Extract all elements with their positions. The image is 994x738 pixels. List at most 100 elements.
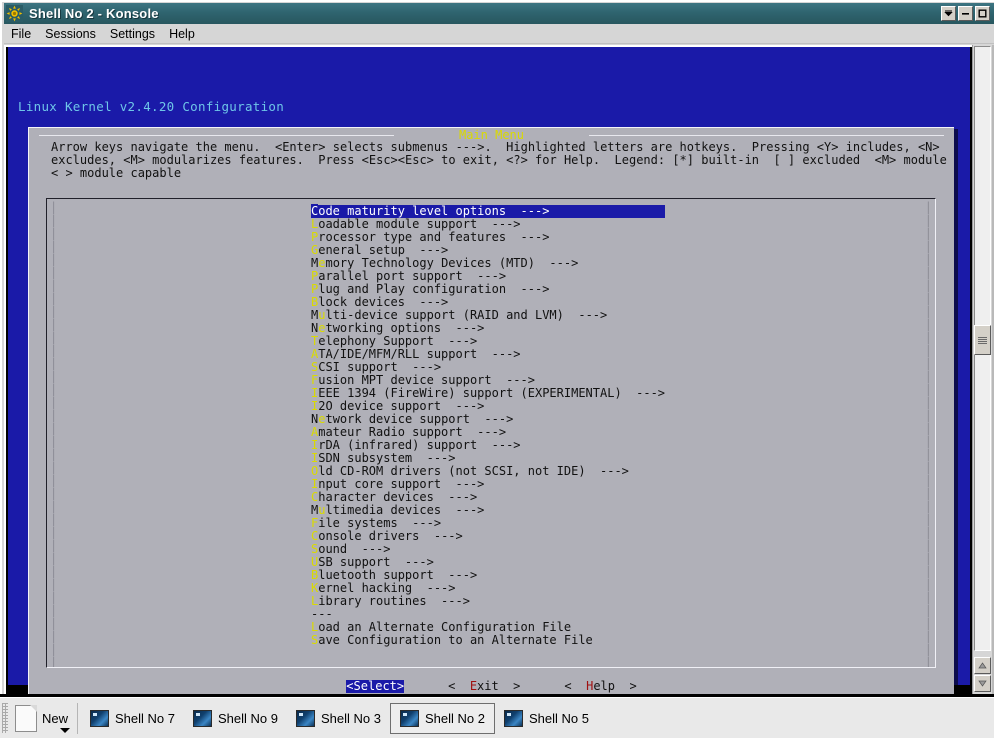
taskbar-task-label: Shell No 2 xyxy=(424,710,485,726)
menu-item-label: ound xyxy=(318,542,348,556)
help-line-2: excludes, <M> modularizes features. Pres… xyxy=(51,153,947,167)
taskbar-task-label: Shell No 7 xyxy=(115,710,175,726)
scrollbar-thumb[interactable] xyxy=(974,325,991,355)
submenu-arrow-icon: ---> xyxy=(506,230,550,244)
button-bracket-left: < xyxy=(346,679,354,693)
taskbar-task[interactable]: Shell No 2 xyxy=(389,702,495,734)
submenu-arrow-icon: ---> xyxy=(585,464,629,478)
button-label: elp > xyxy=(593,679,637,693)
chevron-down-icon[interactable] xyxy=(60,727,71,733)
menu-item-label: haracter devices xyxy=(318,490,434,504)
taskbar-task-label: Shell No 3 xyxy=(320,710,381,726)
menu-item-label: 2O device support xyxy=(318,399,442,413)
menu-item-label: ode maturity level options xyxy=(318,204,507,218)
submenu-arrow-icon: ---> xyxy=(477,217,521,231)
main-menu-dialog: Main Menu Arrow keys navigate the menu. … xyxy=(28,127,954,694)
taskbar-task-label: Shell No 5 xyxy=(528,710,589,726)
new-session-button[interactable]: New xyxy=(11,702,74,735)
menu-item[interactable]: Library routines ---> xyxy=(311,595,665,608)
konsole-sun-icon xyxy=(6,5,23,22)
window-title: Shell No 2 - Konsole xyxy=(29,6,159,21)
submenu-arrow-icon: ---> xyxy=(441,399,485,413)
taskbar-separator xyxy=(77,702,79,734)
submenu-arrow-icon: ---> xyxy=(506,204,550,218)
window-titlebar[interactable]: Shell No 2 - Konsole xyxy=(4,3,994,24)
submenu-arrow-icon: ---> xyxy=(433,568,478,582)
submenu-arrow-icon: ---> xyxy=(621,386,666,400)
menu-item-label: luetooth support xyxy=(318,568,434,582)
menu-item-label: twork device support xyxy=(325,412,470,426)
submenu-arrow-icon: ---> xyxy=(477,438,521,452)
help-button[interactable]: < Help > xyxy=(564,680,636,693)
menu-item-label: ave Configuration to an Alternate File xyxy=(318,633,593,647)
terminal-area: Linux Kernel v2.4.20 Configuration Main … xyxy=(4,45,994,694)
taskbar-task[interactable]: Shell No 5 xyxy=(495,703,598,734)
menu-settings[interactable]: Settings xyxy=(103,25,162,43)
terminal-screen[interactable]: Linux Kernel v2.4.20 Configuration Main … xyxy=(4,45,972,694)
menu-item-label: TA/IDE/MFM/RLL support xyxy=(318,347,478,361)
menu-item[interactable]: Save Configuration to an Alternate File xyxy=(311,634,665,647)
konsole-task-icon xyxy=(503,709,523,727)
submenu-arrow-icon: ---> xyxy=(563,308,608,322)
konsole-window: Shell No 2 - Konsole File Sessions Setti… xyxy=(0,0,994,694)
button-hotkey: E xyxy=(469,679,478,693)
submenu-arrow-icon: ---> xyxy=(462,425,507,439)
menu-item-label: elephony Support xyxy=(318,334,434,348)
help-text-block: Arrow keys navigate the menu. <Enter> se… xyxy=(51,141,947,180)
listbox-left-rail: | | | | | | | | | | | | | | | | | | | | … xyxy=(50,200,58,668)
menu-item-label: EEE 1394 (FireWire) support (EXPERIMENTA… xyxy=(318,386,622,400)
menu-item-label: usion MPT device support xyxy=(318,373,492,387)
button-hotkey: S xyxy=(353,679,361,693)
menu-item-label: onsole drivers xyxy=(318,529,420,543)
menu-item-label: arallel port support xyxy=(318,269,463,283)
kernel-config-title: Linux Kernel v2.4.20 Configuration xyxy=(18,99,285,114)
maximize-button[interactable] xyxy=(975,6,990,21)
menu-item-label: --- xyxy=(311,607,333,621)
menu-item-label: rDA (infrared) support xyxy=(318,438,478,452)
menu-listbox[interactable]: | | | | | | | | | | | | | | | | | | | | … xyxy=(46,198,936,668)
menu-item-label: mateur Radio support xyxy=(318,425,463,439)
minimize-button[interactable] xyxy=(958,6,973,21)
submenu-arrow-icon: ---> xyxy=(390,555,434,569)
select-button[interactable]: <Select> xyxy=(346,679,405,693)
konsole-task-icon xyxy=(295,709,315,727)
konsole-task-icon xyxy=(90,709,110,727)
menu-item-label: ltimedia devices xyxy=(325,503,442,517)
taskbar-drag-handle[interactable] xyxy=(2,703,8,733)
submenu-arrow-icon: ---> xyxy=(397,360,442,374)
taskbar-task[interactable]: Shell No 3 xyxy=(287,703,390,734)
menu-sessions[interactable]: Sessions xyxy=(38,25,103,43)
submenu-arrow-icon: ---> xyxy=(397,516,442,530)
exit-button[interactable]: < Exit > xyxy=(448,680,520,693)
menu-item-label: nput core support xyxy=(318,477,442,491)
desktop: Shell No 2 - Konsole File Sessions Setti… xyxy=(0,0,994,738)
submenu-arrow-icon: ---> xyxy=(441,503,485,517)
menu-item-label: mory Technology Devices (MTD) xyxy=(325,256,535,270)
new-document-icon xyxy=(15,704,37,732)
konsole-task-icon xyxy=(399,709,419,727)
task-list: Shell No 7 Shell No 9 Shell No 3 Shell No 2… xyxy=(81,702,598,734)
menu-item-label: ld CD-ROM drivers (not SCSI, not IDE) xyxy=(318,464,586,478)
menu-item-label: oad an Alternate Configuration File xyxy=(318,620,572,634)
submenu-arrow-icon: ---> xyxy=(404,295,449,309)
menu-item-label: tworking options xyxy=(325,321,442,335)
help-line-1: Arrow keys navigate the menu. <Enter> se… xyxy=(51,140,940,154)
shade-button[interactable] xyxy=(941,6,956,21)
terminal-scrollbar[interactable] xyxy=(972,45,992,694)
menu-item-label: eneral setup xyxy=(318,243,405,257)
menu-item-label: ibrary routines xyxy=(318,594,427,608)
menu-help[interactable]: Help xyxy=(162,25,202,43)
submenu-arrow-icon: ---> xyxy=(433,490,478,504)
button-bracket-left: < xyxy=(448,679,470,693)
button-label: elect> xyxy=(360,679,405,693)
submenu-arrow-icon: ---> xyxy=(404,243,449,257)
scroll-up-button[interactable] xyxy=(974,657,991,674)
menu-item-label: lti-device support (RAID and LVM) xyxy=(325,308,564,322)
submenu-arrow-icon: ---> xyxy=(426,594,470,608)
menu-item-label: SB support xyxy=(318,555,391,569)
taskbar-task[interactable]: Shell No 9 xyxy=(184,703,287,734)
scroll-down-button[interactable] xyxy=(974,675,991,692)
menu-file[interactable]: File xyxy=(4,25,38,43)
taskbar-task[interactable]: Shell No 7 xyxy=(81,703,184,734)
button-label: xit > xyxy=(477,679,521,693)
